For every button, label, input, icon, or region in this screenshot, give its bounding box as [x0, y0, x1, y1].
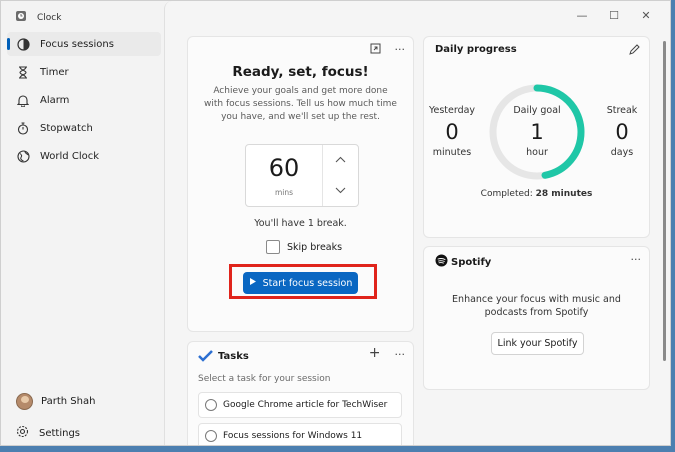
minimize-button[interactable]: — [566, 5, 598, 25]
focus-title: Ready, set, focus! [232, 64, 369, 80]
sidebar-item-alarm[interactable]: Alarm [7, 88, 161, 112]
spotify-icon [435, 254, 448, 270]
focus-icon [16, 37, 30, 51]
more-options-icon[interactable]: ··· [631, 253, 642, 266]
streak-label: Streak [606, 105, 638, 116]
daily-goal-stat: Daily goal 1 hour [507, 105, 567, 158]
tasks-title: Tasks [218, 351, 249, 362]
close-button[interactable]: ✕ [630, 5, 662, 25]
hourglass-icon [16, 65, 30, 79]
minutes-value[interactable]: 60 [246, 154, 322, 182]
start-focus-session-button[interactable]: Start focus session [243, 272, 358, 294]
completed-text: Completed: 28 minutes [424, 189, 649, 199]
task-item[interactable]: Google Chrome article for TechWiser [198, 392, 402, 418]
spotify-card: Spotify ··· Enhance your focus with musi… [423, 246, 650, 390]
sidebar-item-focus-sessions[interactable]: Focus sessions [7, 32, 161, 56]
add-task-icon[interactable]: + [369, 346, 381, 361]
tasks-card: Tasks + ··· Select a task for your sessi… [187, 341, 414, 445]
sidebar-item-stopwatch[interactable]: Stopwatch [7, 116, 161, 140]
daily-progress-title: Daily progress [435, 44, 517, 55]
bell-icon [16, 93, 30, 107]
task-label: Focus sessions for Windows 11 [223, 431, 363, 441]
user-name: Parth Shah [41, 396, 96, 407]
more-options-icon[interactable]: ··· [395, 43, 406, 57]
gear-icon [16, 425, 29, 441]
sidebar-item-world-clock[interactable]: World Clock [7, 144, 161, 168]
compact-view-icon[interactable] [370, 43, 381, 57]
sidebar: Clock Focus sessions Timer Alarm Stopwat… [1, 1, 164, 445]
focus-session-card: ··· Ready, set, focus! Achieve your goal… [187, 36, 414, 332]
sidebar-item-timer[interactable]: Timer [7, 60, 161, 84]
completed-value: 28 minutes [535, 189, 593, 199]
user-profile[interactable]: Parth Shah [16, 393, 95, 410]
minutes-unit: mins [274, 188, 294, 197]
spotify-header-icons: ··· [631, 253, 642, 266]
clock-window: Clock Focus sessions Timer Alarm Stopwat… [0, 0, 671, 446]
sidebar-item-label: Timer [40, 66, 69, 78]
streak-unit: days [610, 147, 634, 158]
play-icon [249, 277, 257, 289]
yesterday-stat: Yesterday 0 minutes [428, 105, 476, 158]
daily-progress-card: Daily progress Yesterday 0 minutes Daily… [423, 36, 650, 238]
task-radio[interactable] [205, 430, 217, 442]
skip-breaks-checkbox[interactable]: Skip breaks [266, 240, 342, 254]
completed-prefix: Completed: [480, 189, 536, 199]
sidebar-item-label: Stopwatch [40, 122, 93, 134]
streak-stat: Streak 0 days [598, 105, 646, 158]
yesterday-unit: minutes [432, 147, 472, 158]
task-radio[interactable] [205, 399, 217, 411]
focus-description: Achieve your goals and get more done wit… [204, 86, 397, 122]
sidebar-item-label: Focus sessions [40, 38, 114, 50]
start-button-label: Start focus session [262, 277, 353, 289]
link-spotify-button[interactable]: Link your Spotify [491, 332, 584, 355]
sidebar-nav: Focus sessions Timer Alarm Stopwatch Wor… [7, 32, 161, 172]
decrease-button[interactable] [323, 176, 358, 206]
todo-checkmark-icon [198, 349, 213, 366]
chevron-down-icon [335, 186, 346, 197]
settings-label: Settings [39, 427, 81, 439]
settings-button[interactable]: Settings [16, 425, 80, 441]
globe-icon [16, 149, 30, 163]
scrollbar[interactable] [663, 41, 666, 361]
sidebar-item-label: World Clock [40, 150, 100, 162]
yesterday-value: 0 [445, 120, 459, 144]
app-title: Clock [37, 12, 62, 23]
tasks-header-icons: + ··· [369, 346, 406, 361]
tasks-subtitle: Select a task for your session [198, 374, 331, 384]
title-bar: Clock [15, 10, 61, 25]
edit-pencil-icon[interactable] [629, 44, 640, 58]
daily-goal-label: Daily goal [513, 105, 561, 116]
spotify-brand: Spotify [451, 256, 492, 268]
sidebar-item-label: Alarm [40, 94, 70, 106]
task-item[interactable]: Focus sessions for Windows 11 [198, 423, 402, 445]
task-label: Google Chrome article for TechWiser [223, 400, 388, 410]
streak-value: 0 [615, 120, 629, 144]
yesterday-label: Yesterday [428, 105, 476, 116]
chevron-up-icon [335, 155, 346, 166]
minutes-stepper[interactable]: 60 mins [245, 144, 359, 207]
card-header-icons: ··· [370, 43, 406, 57]
maximize-button[interactable]: ☐ [598, 5, 630, 25]
skip-breaks-label: Skip breaks [287, 241, 343, 253]
window-controls: — ☐ ✕ [566, 5, 662, 25]
checkbox-box[interactable] [266, 240, 280, 254]
daily-goal-unit: hour [526, 147, 548, 158]
avatar [16, 393, 33, 410]
spotify-logo: Spotify [435, 254, 491, 270]
increase-button[interactable] [323, 145, 358, 175]
spotify-description: Enhance your focus with music and podcas… [452, 294, 621, 318]
more-options-icon[interactable]: ··· [395, 348, 406, 361]
clock-app-icon [15, 10, 27, 25]
daily-goal-value: 1 [530, 120, 544, 144]
stopwatch-icon [16, 121, 30, 135]
break-info: You'll have 1 break. [254, 218, 347, 229]
